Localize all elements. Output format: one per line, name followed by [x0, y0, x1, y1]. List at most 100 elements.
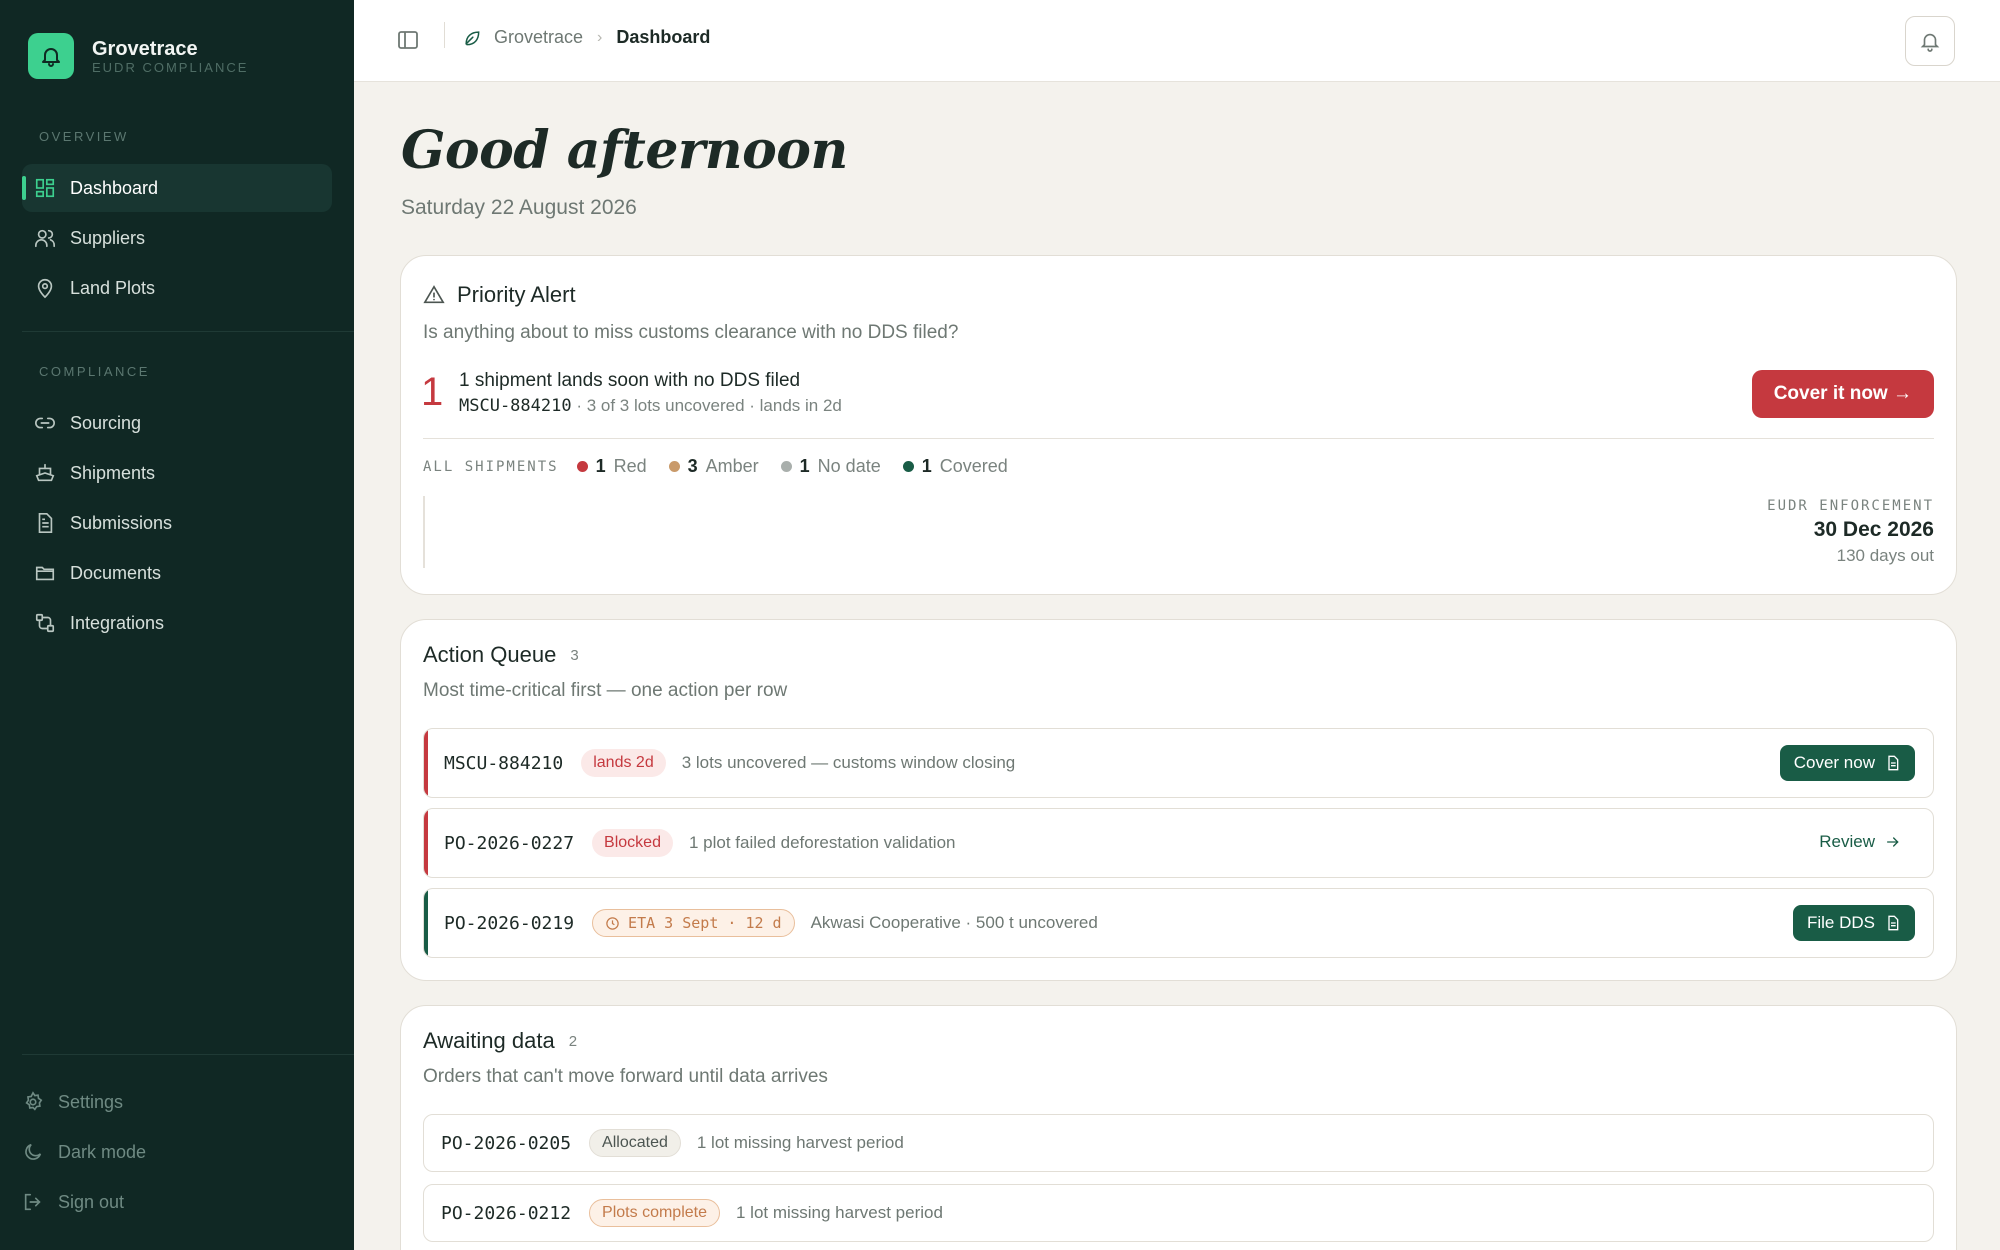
awaiting-data-header: Awaiting data 2 [423, 1028, 577, 1054]
button-label: File DDS [1806, 913, 1875, 932]
alert-detail-text: · 3 of 3 lots uncovered · lands in 2d [576, 396, 842, 415]
map-pin-icon [37, 278, 53, 299]
integrations-icon [35, 613, 55, 633]
priority-alert-card: Priority Alert Is anything about to miss… [400, 255, 1957, 595]
status-label: Covered [939, 456, 1008, 476]
sidebar-divider [22, 331, 354, 332]
topbar: Grovetrace › Dashboard [354, 0, 2000, 82]
queue-row-description: Akwasi Cooperative · 500 t uncovered [810, 913, 1098, 932]
breadcrumb-root-link[interactable]: Grovetrace [494, 27, 583, 48]
settings-label: Settings [58, 1091, 124, 1112]
dark-mode-label: Dark mode [58, 1141, 147, 1162]
all-shipments-label: ALL SHIPMENTS [423, 458, 559, 475]
bottom-nav: Settings Dark mode Sign out [22, 1078, 332, 1228]
topbar-divider [444, 22, 445, 48]
sidebar-item-label: Documents [70, 562, 162, 583]
priority-alert-header: Priority Alert [423, 282, 576, 308]
status-badge: Plots complete [589, 1199, 720, 1227]
breadcrumb-current: Dashboard [616, 27, 711, 47]
status-red[interactable]: 1 Red [576, 456, 647, 477]
sign-out-button[interactable]: Sign out [22, 1178, 332, 1226]
action-queue-header: Action Queue 3 [423, 642, 579, 668]
awaiting-data-count: 2 [568, 1032, 578, 1050]
timeline-marker [423, 496, 425, 568]
queue-row[interactable]: PO-2026-0219 ETA 3 Sept · 12 d Akwasi Co… [423, 888, 1934, 958]
alert-container-id[interactable]: MSCU-884210 [459, 396, 572, 416]
sidebar-item-integrations[interactable]: Integrations [22, 599, 332, 647]
queue-row[interactable]: MSCU-884210 lands 2d 3 lots uncovered — … [423, 728, 1934, 798]
alert-detail: MSCU-884210 · 3 of 3 lots uncovered · la… [459, 396, 842, 416]
status-covered[interactable]: 1 Covered [902, 456, 1008, 477]
status-no-date[interactable]: 1 No date [780, 456, 881, 477]
sidebar-item-shipments[interactable]: Shipments [22, 449, 332, 497]
queue-row-id: PO-2026-0219 [444, 912, 575, 934]
gear-icon [25, 1091, 43, 1111]
action-queue-title: Action Queue [423, 642, 557, 667]
sidebar-item-label: Land Plots [70, 277, 156, 298]
status-badge: lands 2d [581, 749, 666, 777]
cover-now-button[interactable]: Cover now [1779, 745, 1915, 781]
sign-out-label: Sign out [58, 1191, 125, 1212]
dark-mode-toggle[interactable]: Dark mode [22, 1128, 332, 1176]
button-label: Review [1819, 832, 1875, 851]
grid-icon [35, 178, 55, 198]
sidebar-item-label: Dashboard [70, 177, 159, 198]
priority-alert-question: Is anything about to miss customs cleara… [423, 322, 959, 343]
queue-row[interactable]: PO-2026-0227 Blocked 1 plot failed defor… [423, 808, 1934, 878]
queue-row-description: 3 lots uncovered — customs window closin… [681, 753, 1016, 772]
awaiting-row[interactable]: PO-2026-0212 Plots complete 1 lot missin… [423, 1184, 1934, 1242]
moon-icon [25, 1143, 42, 1160]
page-title: Good afternoon [401, 120, 848, 181]
awaiting-row-id: PO-2026-0205 [441, 1132, 572, 1154]
awaiting-row[interactable]: PO-2026-0205 Allocated 1 lot missing har… [423, 1114, 1934, 1172]
sidebar-toggle-icon [398, 31, 418, 49]
document-icon [1888, 915, 1899, 931]
eta-text: ETA 3 Sept · 12 d [628, 914, 782, 932]
divider [423, 438, 1934, 439]
status-label: Red [613, 456, 647, 476]
shipment-status-summary: ALL SHIPMENTS 1 Red 3 Amber 1 No date 1 … [423, 456, 1030, 477]
eta-badge: ETA 3 Sept · 12 d [592, 909, 795, 937]
sidebar-item-suppliers[interactable]: Suppliers [22, 214, 332, 262]
queue-row-description: 1 plot failed deforestation validation [688, 833, 956, 852]
action-queue-card: Action Queue 3 Most time-critical first … [400, 619, 1957, 981]
settings-button[interactable]: Settings [22, 1078, 332, 1126]
breadcrumb: Grovetrace › Dashboard [462, 27, 710, 48]
cover-it-now-button[interactable]: Cover it now → [1751, 370, 1934, 418]
queue-row-id: PO-2026-0227 [444, 832, 575, 854]
status-count: 1 [921, 456, 932, 476]
bell-logo-icon [28, 33, 74, 79]
status-badge: Allocated [589, 1129, 681, 1157]
section-label-overview: OVERVIEW [39, 129, 129, 144]
awaiting-data-subtitle: Orders that can't move forward until dat… [423, 1066, 828, 1087]
sidebar-item-sourcing[interactable]: Sourcing [22, 399, 332, 447]
notifications-button[interactable] [1905, 16, 1955, 66]
row-accent [424, 889, 428, 957]
chevron-right-icon: › [597, 28, 603, 46]
file-dds-button[interactable]: File DDS [1792, 905, 1915, 941]
bell-icon [1920, 33, 1940, 52]
sidebar-item-documents[interactable]: Documents [22, 549, 332, 597]
green-dot-icon [902, 461, 914, 472]
brand[interactable]: Grovetrace EUDR COMPLIANCE [28, 33, 248, 79]
status-label: No date [817, 456, 881, 476]
button-label: Cover now [1793, 753, 1875, 772]
sidebar-item-label: Submissions [70, 512, 173, 533]
status-count: 1 [595, 456, 606, 476]
sidebar-item-land-plots[interactable]: Land Plots [22, 264, 332, 312]
status-amber[interactable]: 3 Amber [668, 456, 759, 477]
sidebar-item-label: Integrations [70, 612, 165, 633]
awaiting-row-description: 1 lot missing harvest period [735, 1203, 943, 1222]
alert-headline: 1 shipment lands soon with no DDS filed [459, 370, 801, 391]
awaiting-data-card: Awaiting data 2 Orders that can't move f… [400, 1005, 1957, 1250]
link-icon [35, 417, 55, 429]
sidebar-item-dashboard[interactable]: Dashboard [22, 164, 332, 212]
sidebar-toggle-button[interactable] [396, 28, 420, 52]
sidebar-item-submissions[interactable]: Submissions [22, 499, 332, 547]
review-button[interactable]: Review [1819, 832, 1901, 852]
folder-icon [35, 566, 55, 581]
brand-name: Grovetrace [92, 38, 198, 60]
status-label: Amber [705, 456, 759, 476]
status-badge: Blocked [592, 829, 673, 857]
nav-compliance: Sourcing Shipments Submissions Documents… [22, 399, 332, 649]
